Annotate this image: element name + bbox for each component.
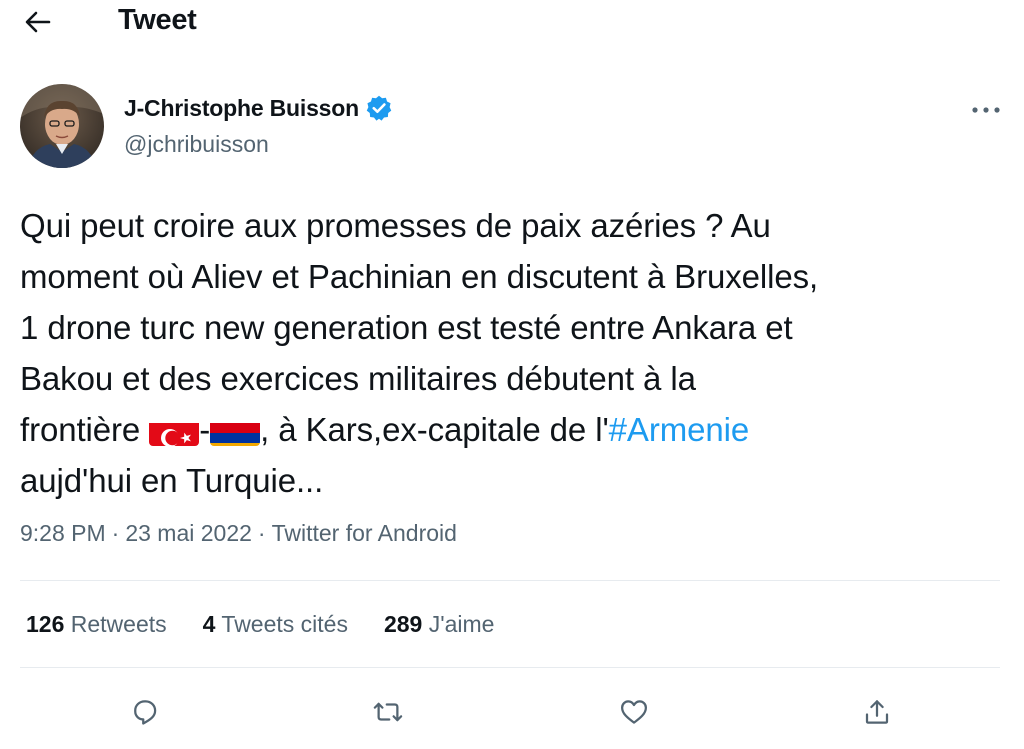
tweet-meta: 9:28 PM · 23 mai 2022 · Twitter for Andr… <box>20 520 457 547</box>
retweet-icon <box>373 702 403 722</box>
more-options-button[interactable] <box>964 96 1008 124</box>
author-name-row: J-Christophe Buisson <box>124 94 393 122</box>
quotes-label: Tweets cités <box>221 611 348 637</box>
tweet-text-line: moment où Aliev et Pachinian en discuten… <box>20 258 819 295</box>
likes-label: J'aime <box>428 611 495 637</box>
retweet-button[interactable] <box>366 690 410 734</box>
retweets-count: 126 <box>26 611 65 637</box>
tweet-text-segment: - <box>199 411 211 448</box>
top-bar: Tweet <box>0 0 1024 44</box>
page-title: Tweet <box>118 4 197 36</box>
engagement-stats: 126 Retweets 4 Tweets cités 289 J'aime <box>26 611 530 638</box>
reply-icon <box>134 700 157 725</box>
more-dots-icon <box>972 107 1000 113</box>
author-name[interactable]: J-Christophe Buisson <box>124 95 359 122</box>
tweet-text: Qui peut croire aux promesses de paix az… <box>20 200 1010 506</box>
share-button[interactable] <box>855 690 899 734</box>
tweet-text-line: 1 drone turc new generation est testé en… <box>20 309 793 346</box>
arrow-left-icon <box>25 11 51 33</box>
likes-stat[interactable]: 289 J'aime <box>384 611 495 638</box>
tweet-source[interactable]: Twitter for Android <box>272 520 457 547</box>
divider <box>20 580 1000 581</box>
verified-badge-icon <box>366 95 392 121</box>
hashtag-link[interactable]: #Armenie <box>609 411 750 448</box>
retweets-label: Retweets <box>70 611 167 637</box>
avatar[interactable] <box>20 84 104 168</box>
author-handle[interactable]: @jchribuisson <box>124 131 269 158</box>
retweets-stat[interactable]: 126 Retweets <box>26 611 167 638</box>
like-icon <box>621 700 647 724</box>
tweet-text-segment: frontière <box>20 411 150 448</box>
tweet-text-line: Bakou et des exercices militaires débute… <box>20 360 696 397</box>
tweet-time[interactable]: 9:28 PM <box>20 520 106 547</box>
tweet-text-line: Qui peut croire aux promesses de paix az… <box>20 207 771 244</box>
turkey-flag-icon <box>149 416 200 446</box>
like-button[interactable] <box>612 690 656 734</box>
tweet-text-line: frontière - , à Kars,ex-capitale de l'#Ar… <box>20 404 1010 455</box>
tweet-text-segment: , à Kars,ex-capitale de l' <box>260 411 609 448</box>
meta-separator: · <box>111 520 120 546</box>
reply-button[interactable] <box>123 690 167 734</box>
tweet-text-line: aujd'hui en Turquie... <box>20 462 324 499</box>
quotes-count: 4 <box>202 611 216 637</box>
likes-count: 289 <box>383 611 423 637</box>
quote-tweets-stat[interactable]: 4 Tweets cités <box>203 611 348 638</box>
tweet-date[interactable]: 23 mai 2022 <box>125 520 252 547</box>
back-button[interactable] <box>18 4 58 40</box>
share-icon <box>865 700 889 724</box>
divider <box>20 667 1000 668</box>
armenia-flag-icon <box>210 416 261 446</box>
meta-separator: · <box>257 520 266 546</box>
